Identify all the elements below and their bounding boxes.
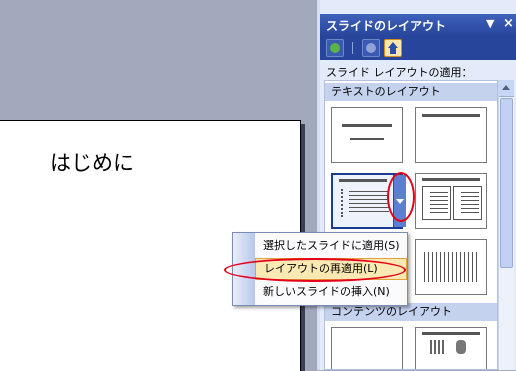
slide-workspace: はじめに [0, 0, 316, 371]
annotation-circle-dropdown [387, 172, 415, 222]
layout-title-only[interactable] [415, 107, 487, 163]
task-pane-header: スライドのレイアウト ▼ × [320, 14, 516, 36]
pane-menu-arrow-icon[interactable]: ▼ [486, 17, 494, 30]
pane-toolbar [320, 36, 516, 60]
home-icon[interactable] [384, 39, 402, 57]
layout-blank[interactable] [331, 327, 403, 369]
task-pane-title: スライドのレイアウト [326, 19, 447, 33]
annotation-circle-menu [224, 258, 406, 282]
toolbar-separator [352, 42, 353, 54]
close-icon[interactable]: × [503, 16, 514, 31]
layout-content[interactable] [415, 327, 487, 369]
vertical-scrollbar[interactable] [498, 80, 514, 370]
section-text-layouts: テキストのレイアウト [325, 83, 497, 101]
scrollbar-thumb[interactable] [500, 98, 513, 268]
layout-title-slide[interactable] [331, 107, 403, 163]
task-pane: スライドのレイアウト ▼ × スライド レイアウトの適用： テキストのレイアウト [320, 0, 516, 370]
back-icon[interactable] [326, 39, 344, 57]
scroll-up-icon[interactable] [499, 80, 514, 97]
layout-vertical-text[interactable] [415, 239, 487, 295]
menu-item-insert-new-slide[interactable]: 新しいスライドの挿入(N) [255, 281, 407, 303]
slide-title[interactable]: はじめに [50, 147, 134, 177]
apply-layout-label: スライド レイアウトの適用： [326, 66, 473, 79]
layout-two-column-text[interactable] [415, 173, 487, 229]
layout-gallery: テキストのレイアウト コンテンツのレイアウト [324, 80, 498, 370]
forward-icon[interactable] [362, 39, 380, 57]
menu-item-apply-to-selected[interactable]: 選択したスライドに適用(S) [255, 235, 407, 257]
